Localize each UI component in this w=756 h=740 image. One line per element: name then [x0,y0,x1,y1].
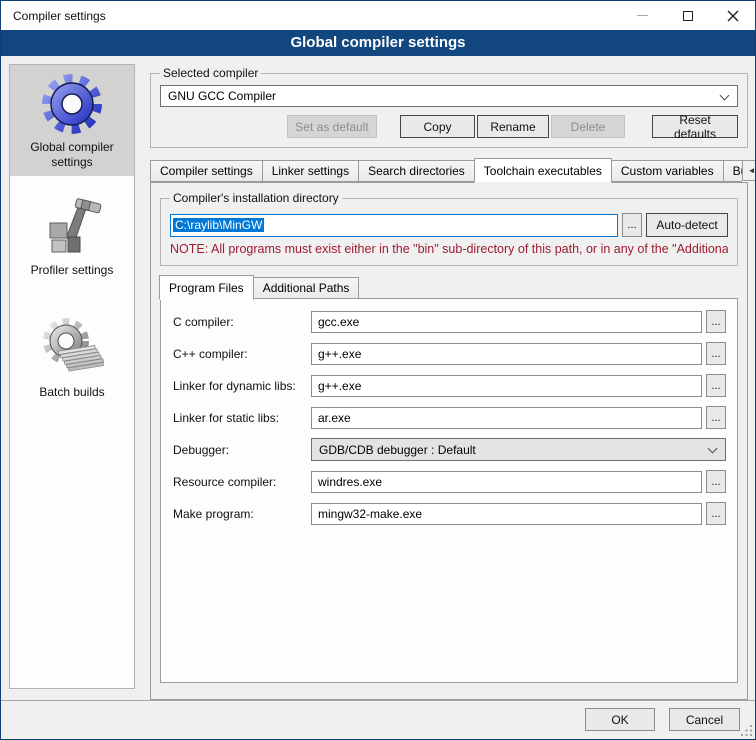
chevron-down-icon [720,91,730,101]
auto-detect-button[interactable]: Auto-detect [646,213,728,237]
reset-defaults-button[interactable]: Reset defaults [652,115,738,138]
tab-toolchain-executables[interactable]: Toolchain executables [474,158,612,183]
toolchain-executables-panel: Compiler's installation directory C:\ray… [150,182,748,700]
field-label: Resource compiler: [173,475,311,489]
program-row-dynamic-linker: Linker for dynamic libs: g++.exe ... [173,374,726,397]
dialog-body: Global compiler settings Profiler settin… [1,56,755,739]
rename-button[interactable]: Rename [477,115,549,138]
compiler-select-value: GNU GCC Compiler [168,89,276,103]
sidebar-item-batch-builds[interactable]: Batch builds [10,310,134,406]
tab-scroll-buttons: ◄ ► [742,160,756,181]
bin-subdirectory-note: NOTE: All programs must exist either in … [170,242,728,256]
dynamic-linker-browse-button[interactable]: ... [706,374,726,397]
installation-directory-input[interactable]: C:\raylib\MinGW [170,214,618,237]
program-row-c-compiler: C compiler: gcc.exe ... [173,310,726,333]
static-linker-browse-button[interactable]: ... [706,406,726,429]
sidebar-item-global-compiler-settings[interactable]: Global compiler settings [10,65,134,176]
sidebar-item-label: Batch builds [39,385,104,400]
tab-search-directories[interactable]: Search directories [359,160,475,182]
field-label: Make program: [173,507,311,521]
installation-directory-value: C:\raylib\MinGW [173,218,264,232]
selected-compiler-group-label: Selected compiler [160,66,261,80]
ok-button[interactable]: OK [585,708,655,731]
make-program-input[interactable]: mingw32-make.exe [311,503,702,525]
cpp-compiler-browse-button[interactable]: ... [706,342,726,365]
set-as-default-button[interactable]: Set as default [287,115,377,138]
tab-linker-settings[interactable]: Linker settings [263,160,359,182]
c-compiler-browse-button[interactable]: ... [706,310,726,333]
close-icon [727,10,739,22]
field-label: Linker for static libs: [173,411,311,425]
resource-compiler-browse-button[interactable]: ... [706,470,726,493]
program-files-tab-strip: Program Files Additional Paths [160,275,738,299]
tab-scroll-left-button[interactable]: ◄ [742,160,756,181]
gray-gear-stack-icon [40,317,104,381]
resource-compiler-input[interactable]: windres.exe [311,471,702,493]
close-button[interactable] [710,1,755,30]
field-label: C compiler: [173,315,311,329]
settings-tab-strip: Compiler settings Linker settings Search… [150,158,748,182]
program-row-resource-compiler: Resource compiler: windres.exe ... [173,470,726,493]
installation-directory-group-label: Compiler's installation directory [170,191,342,205]
sidebar-item-profiler-settings[interactable]: Profiler settings [10,188,134,284]
tab-program-files[interactable]: Program Files [159,275,254,300]
program-row-static-linker: Linker for static libs: ar.exe ... [173,406,726,429]
c-compiler-input[interactable]: gcc.exe [311,311,702,333]
installation-directory-group: Compiler's installation directory C:\ray… [160,191,738,266]
installation-directory-browse-button[interactable]: ... [622,213,642,237]
maximize-icon [683,11,693,21]
delete-button[interactable]: Delete [551,115,625,138]
compiler-select[interactable]: GNU GCC Compiler [160,85,738,107]
dialog-footer: OK Cancel [1,700,755,739]
main-content: Selected compiler GNU GCC Compiler Set a… [150,66,748,700]
sidebar-item-label: Global compiler settings [12,140,132,170]
field-label: Debugger: [173,443,311,457]
tab-custom-variables[interactable]: Custom variables [612,160,724,182]
cancel-button[interactable]: Cancel [669,708,740,731]
tab-compiler-settings[interactable]: Compiler settings [150,160,263,182]
window-title: Compiler settings [1,9,620,23]
caliper-icon [40,195,104,259]
dialog-banner: Global compiler settings [1,30,755,56]
debugger-select-value: GDB/CDB debugger : Default [319,443,476,457]
debugger-select[interactable]: GDB/CDB debugger : Default [311,438,726,461]
program-row-make-program: Make program: mingw32-make.exe ... [173,502,726,525]
program-row-debugger: Debugger: GDB/CDB debugger : Default [173,438,726,461]
tab-build-clipped[interactable]: Build [724,160,742,182]
minimize-icon [637,15,648,16]
program-row-cpp-compiler: C++ compiler: g++.exe ... [173,342,726,365]
minimize-button[interactable] [620,1,665,30]
field-label: Linker for dynamic libs: [173,379,311,393]
arrow-left-icon: ◄ [748,166,756,175]
compiler-settings-dialog: Compiler settings Global compiler settin… [0,0,756,740]
maximize-button[interactable] [665,1,710,30]
resize-grip[interactable] [740,724,753,737]
settings-category-list: Global compiler settings Profiler settin… [9,64,135,689]
field-label: C++ compiler: [173,347,311,361]
selected-compiler-group: Selected compiler GNU GCC Compiler Set a… [150,66,748,148]
make-program-browse-button[interactable]: ... [706,502,726,525]
sidebar-item-label: Profiler settings [31,263,114,278]
cpp-compiler-input[interactable]: g++.exe [311,343,702,365]
tab-additional-paths[interactable]: Additional Paths [254,277,360,299]
installation-directory-row: C:\raylib\MinGW ... Auto-detect [170,213,728,237]
title-bar: Compiler settings [1,1,755,30]
blue-gear-icon [40,72,104,136]
dynamic-linker-input[interactable]: g++.exe [311,375,702,397]
program-files-panel: C compiler: gcc.exe ... C++ compiler: g+… [160,298,738,683]
chevron-down-icon [708,444,718,454]
static-linker-input[interactable]: ar.exe [311,407,702,429]
compiler-actions: Set as default Copy Rename Delete Reset … [160,115,738,138]
copy-button[interactable]: Copy [400,115,475,138]
